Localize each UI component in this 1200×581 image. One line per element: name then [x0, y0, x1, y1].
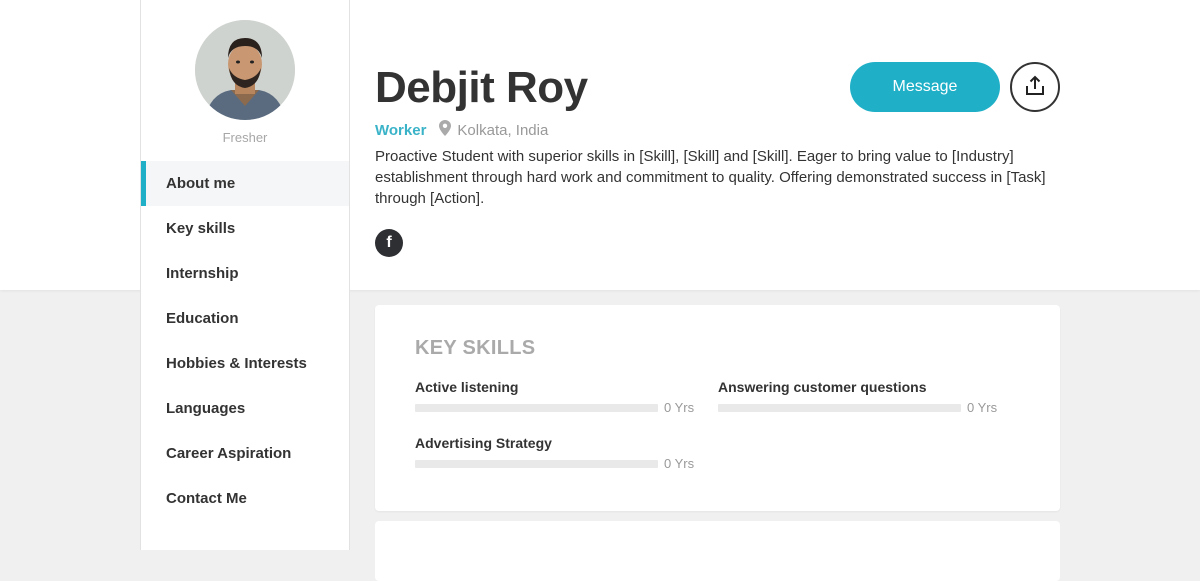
skill-years: 0 Yrs [664, 456, 695, 471]
skill-years: 0 Yrs [664, 400, 695, 415]
share-button[interactable] [1010, 62, 1060, 112]
next-section-card [375, 521, 1060, 581]
profile-name: Debjit Roy [375, 63, 588, 112]
avatar [195, 20, 295, 120]
sidebar: Fresher About me Key skills Internship E… [140, 0, 350, 550]
facebook-icon[interactable]: f [375, 229, 403, 257]
skill-name: Advertising Strategy [415, 435, 552, 451]
location-text: Kolkata, India [457, 121, 549, 139]
share-upload-icon [1024, 75, 1046, 100]
skill-name: Active listening [415, 379, 519, 395]
sidebar-item-key-skills[interactable]: Key skills [141, 206, 349, 251]
message-button[interactable]: Message [850, 62, 1000, 112]
sidebar-item-career-aspiration[interactable]: Career Aspiration [141, 431, 349, 476]
sidebar-item-about-me[interactable]: About me [141, 161, 349, 206]
sidebar-item-languages[interactable]: Languages [141, 386, 349, 431]
key-skills-card: KEY SKILLS Active listening 0 Yrs Answer… [375, 305, 1060, 511]
profile-subline: Worker Kolkata, India [375, 120, 548, 140]
sidebar-item-internship[interactable]: Internship [141, 251, 349, 296]
key-skills-title: KEY SKILLS [415, 337, 536, 359]
sidebar-item-hobbies-interests[interactable]: Hobbies & Interests [141, 341, 349, 386]
skill-item: Active listening 0 Yrs [415, 379, 695, 415]
profile-status: Fresher [222, 130, 268, 145]
skill-item: Answering customer questions 0 Yrs [718, 379, 998, 415]
skill-progress-bar [415, 403, 658, 412]
location-pin-icon [439, 120, 452, 140]
profile-bio: Proactive Student with superior skills i… [375, 148, 1046, 207]
skill-years: 0 Yrs [967, 400, 998, 415]
skill-progress-bar [718, 403, 961, 412]
skill-item: Advertising Strategy 0 Yrs [415, 435, 695, 471]
sidebar-item-contact-me[interactable]: Contact Me [141, 476, 349, 521]
sidebar-item-education[interactable]: Education [141, 296, 349, 341]
sidebar-nav: About me Key skills Internship Education… [141, 161, 349, 521]
job-title: Worker [375, 121, 427, 139]
skill-progress-bar [415, 459, 658, 468]
skill-name: Answering customer questions [718, 379, 927, 395]
